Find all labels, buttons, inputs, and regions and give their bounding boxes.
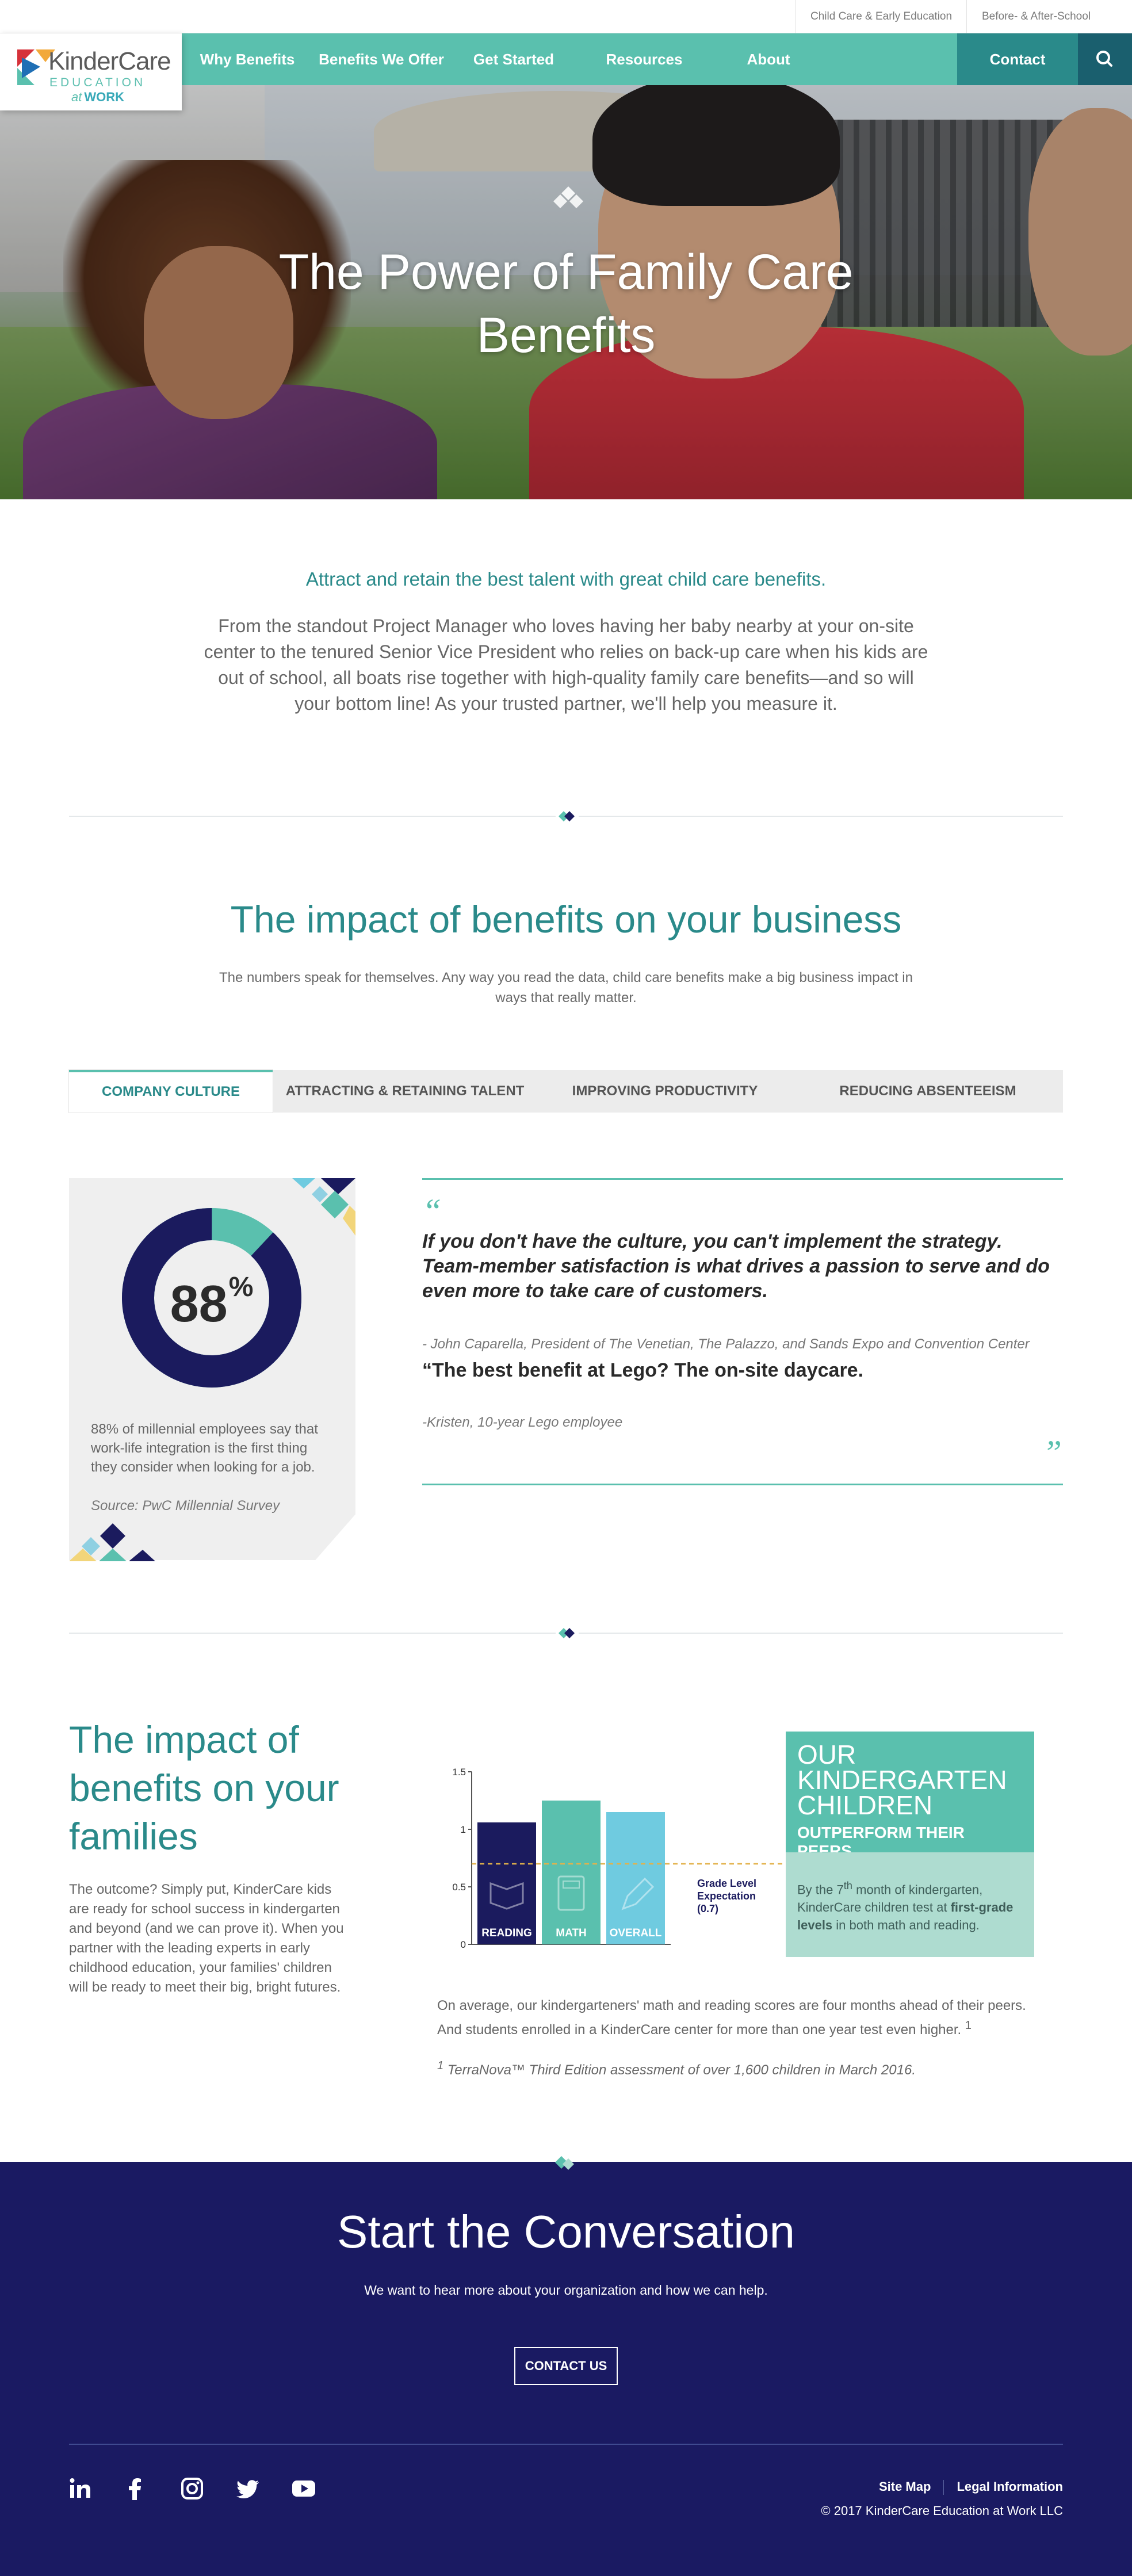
nav-about[interactable]: About xyxy=(711,33,826,85)
before-after-school-link[interactable]: Before- & After-School Care xyxy=(966,0,1132,56)
search-icon xyxy=(1096,51,1112,67)
logo-education: EDUCATION xyxy=(49,76,146,89)
cta-section: Start the Conversation We want to hear m… xyxy=(0,2156,1132,2576)
tab-attracting-retaining-talent[interactable]: ATTRACTING & RETAINING TALENT xyxy=(273,1070,537,1113)
search-button[interactable] xyxy=(1078,33,1132,85)
corner-diamonds-bottom-icon xyxy=(69,1523,155,1561)
nav-contact[interactable]: Contact xyxy=(957,33,1078,85)
chart-bar-label: READING xyxy=(481,1927,532,1939)
families-body: The outcome? Simply put, KinderCare kids… xyxy=(69,1882,344,1995)
chart-bar-reading xyxy=(477,1822,536,1944)
copyright: © 2017 KinderCare Education at Work LLC xyxy=(821,2504,1063,2518)
intro-lead: Attract and retain the best talent with … xyxy=(305,568,827,590)
nav-resources[interactable]: Resources xyxy=(578,33,711,85)
average-scores-text: On average, our kindergarteners' math an… xyxy=(437,1998,1026,2038)
chart-bar-math xyxy=(542,1801,601,1944)
chart-y-tick-label: 0.5 xyxy=(452,1882,466,1893)
main-nav: Why Benefits Matter Benefits We Offer Ge… xyxy=(182,33,1132,120)
utility-bar: Child Care & Early Education Before- & A… xyxy=(0,0,1132,56)
quote-2-attribution: -Kristen, 10-year Lego employee xyxy=(422,1415,623,1430)
hero-title: The Power of Family Care Benefits xyxy=(278,244,854,363)
open-quote-icon: “ xyxy=(422,1192,442,1230)
footer-divider xyxy=(69,2444,1063,2445)
section-divider-2 xyxy=(69,1626,1063,1641)
legal-information-link[interactable]: Legal Information xyxy=(957,2479,1063,2494)
section-divider xyxy=(69,809,1063,824)
cta-lead: We want to hear more about your organiza… xyxy=(364,2283,768,2298)
child-care-link[interactable]: Child Care & Early Education xyxy=(795,0,967,33)
nav-benefits-we-offer[interactable]: Benefits We Offer xyxy=(313,33,450,85)
stat-value: 88% xyxy=(170,1272,254,1333)
impact-tabs: COMPANY CULTURE ATTRACTING & RETAINING T… xyxy=(69,1070,1063,1113)
contact-us-button[interactable]: CONTACT US xyxy=(514,2347,618,2385)
nav-get-started[interactable]: Get Started xyxy=(450,33,578,85)
divider-diamond-icon xyxy=(556,809,579,824)
intro-body: From the standout Project Manager who lo… xyxy=(204,616,928,714)
chart-y-tick-label: 0 xyxy=(461,1939,466,1950)
close-quote-icon: ” xyxy=(1042,1434,1062,1472)
nav-why-benefits-matter[interactable]: Why Benefits Matter xyxy=(182,33,313,120)
outperform-panel-header: OUR KINDERGARTEN CHILDREN OUTPERFORM THE… xyxy=(786,1732,1034,1860)
chart-y-tick-label: 1 xyxy=(461,1824,466,1835)
diamond-ornament-icon xyxy=(553,186,583,208)
business-title: The impact of benefits on your business xyxy=(230,898,902,941)
outperform-panel: OUR KINDERGARTEN CHILDREN OUTPERFORM THE… xyxy=(786,1732,1034,1957)
logo[interactable]: KinderCare EDUCATION at WORK xyxy=(0,33,182,110)
scores-bar-chart: 0 0.5 1 1.5 READING MATH OVERALL Grade LevelExp… xyxy=(452,1767,782,1950)
logo-at-work: at WORK xyxy=(71,90,125,104)
business-lead: The numbers speak for themselves. Any wa… xyxy=(219,970,913,1006)
instagram-icon[interactable] xyxy=(179,2476,205,2501)
youtube-icon[interactable] xyxy=(291,2476,316,2501)
chart-reference-label: Expectation xyxy=(697,1890,756,1902)
stat-description: 88% of millennial employees say that wor… xyxy=(91,1421,318,1475)
linkedin-icon[interactable] xyxy=(68,2476,93,2501)
quote-1-attribution: - John Caparella, President of The Venet… xyxy=(422,1336,1030,1352)
quote-2: “The best benefit at Lego? The on-site d… xyxy=(422,1359,864,1381)
outperform-panel-body: By the 7th month of kindergarten, Kinder… xyxy=(786,1852,1034,1957)
quote-1: If you don't have the culture, you can't… xyxy=(422,1230,1050,1302)
quotes-block: “ If you don't have the culture, you can… xyxy=(422,1178,1063,1485)
chart-bar-overall xyxy=(606,1812,665,1944)
tab-improving-productivity[interactable]: IMPROVING PRODUCTIVITY xyxy=(537,1070,793,1113)
facebook-icon[interactable] xyxy=(123,2476,148,2501)
stat-source: Source: PwC Millennial Survey xyxy=(91,1498,280,1514)
chart-bar-label: MATH xyxy=(556,1927,586,1939)
site-map-link[interactable]: Site Map xyxy=(879,2479,931,2494)
chart-bar-label: OVERALL xyxy=(610,1927,662,1939)
cta-title: Start the Conversation xyxy=(337,2206,795,2257)
tab-company-culture[interactable]: COMPANY CULTURE xyxy=(69,1070,273,1113)
logo-brand: KinderCare xyxy=(48,47,171,75)
divider-diamond-icon xyxy=(555,2156,574,2170)
outperform-headline: OUR KINDERGARTEN CHILDREN xyxy=(797,1740,1007,1820)
twitter-icon[interactable] xyxy=(236,2476,261,2501)
divider-diamond-icon xyxy=(556,1626,579,1641)
families-title: The impact of benefits on your families xyxy=(69,1718,339,1858)
chart-reference-label: Grade Level xyxy=(697,1878,756,1889)
footer-links: Site Map Legal Information xyxy=(879,2479,1063,2495)
hero-banner: The Power of Family Care Benefits xyxy=(0,85,1132,499)
corner-diamonds-icon xyxy=(292,1178,355,1236)
chart-y-tick-label: 1.5 xyxy=(452,1767,466,1778)
footnote: 1 TerraNova™ Third Edition assessment of… xyxy=(437,2059,916,2078)
tab-reducing-absenteeism[interactable]: REDUCING ABSENTEEISM xyxy=(793,1070,1063,1113)
chart-reference-label: (0.7) xyxy=(697,1903,718,1914)
